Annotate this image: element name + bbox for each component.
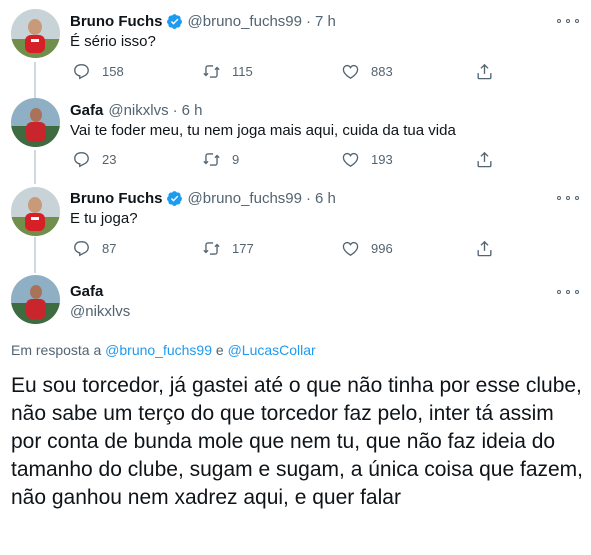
- like-button[interactable]: 883: [341, 60, 393, 82]
- timestamp[interactable]: 6 h: [315, 190, 336, 207]
- display-name[interactable]: Gafa: [70, 102, 103, 119]
- display-name[interactable]: Bruno Fuchs: [70, 190, 163, 207]
- avatar[interactable]: [11, 275, 60, 324]
- avatar[interactable]: [11, 98, 60, 147]
- retweet-button[interactable]: 177: [202, 237, 254, 259]
- like-icon: [342, 152, 359, 167]
- action-bar: 158 115 883: [60, 60, 500, 82]
- user-handle[interactable]: @bruno_fuchs99: [188, 13, 302, 30]
- reply-joiner: e: [215, 342, 224, 358]
- retweet-icon: [203, 152, 220, 166]
- user-handle[interactable]: @nikxlvs: [70, 303, 130, 320]
- tweet-text: E tu joga?: [70, 210, 138, 227]
- reply-button[interactable]: 87: [72, 237, 116, 259]
- reply-count: 158: [102, 63, 124, 79]
- more-icon[interactable]: [557, 191, 579, 205]
- reply-icon: [74, 63, 89, 79]
- action-bar: 23 9 193: [60, 148, 500, 170]
- reply-mention-link[interactable]: @bruno_fuchs99: [105, 342, 212, 358]
- reply-icon: [74, 240, 89, 256]
- retweet-button[interactable]: 115: [202, 60, 253, 82]
- tweet-text: É sério isso?: [70, 33, 156, 50]
- display-name[interactable]: Gafa: [70, 283, 103, 300]
- reply-context: Em resposta a @bruno_fuchs99 e @LucasCol…: [11, 342, 316, 358]
- separator-dot: ·: [305, 12, 311, 30]
- tweet[interactable]: Bruno Fuchs @bruno_fuchs99 · 7 h É sério…: [0, 0, 591, 90]
- timestamp[interactable]: 6 h: [182, 102, 203, 119]
- like-count: 193: [371, 151, 393, 167]
- separator-dot: ·: [172, 101, 178, 119]
- avatar[interactable]: [11, 187, 60, 236]
- share-icon: [477, 63, 492, 79]
- more-icon[interactable]: [557, 14, 579, 28]
- like-icon: [342, 241, 359, 256]
- like-button[interactable]: 193: [341, 148, 393, 170]
- share-button[interactable]: [475, 148, 494, 170]
- reply-mention-link[interactable]: @LucasCollar: [228, 342, 316, 358]
- verified-icon: [166, 13, 182, 29]
- like-count: 883: [371, 63, 393, 79]
- retweet-count: 115: [232, 63, 253, 79]
- share-icon: [477, 240, 492, 256]
- reply-button[interactable]: 158: [72, 60, 124, 82]
- like-icon: [342, 64, 359, 79]
- separator-dot: ·: [305, 189, 311, 207]
- timestamp[interactable]: 7 h: [315, 13, 336, 30]
- like-button[interactable]: 996: [341, 237, 393, 259]
- like-count: 996: [371, 240, 393, 256]
- user-handle[interactable]: @bruno_fuchs99: [188, 190, 302, 207]
- reply-count: 23: [102, 151, 117, 167]
- user-handle[interactable]: @nikxlvs: [108, 102, 168, 119]
- display-name[interactable]: Bruno Fuchs: [70, 13, 163, 30]
- share-icon: [477, 151, 492, 167]
- retweet-icon: [203, 241, 220, 255]
- tweet[interactable]: Bruno Fuchs @bruno_fuchs99 · 6 h E tu jo…: [0, 178, 591, 266]
- action-bar: 87 177 996: [60, 237, 500, 259]
- tweet[interactable]: Gafa @nikxlvs · 6 h Vai te foder meu, tu…: [0, 90, 591, 178]
- reply-prefix: Em resposta a: [11, 342, 102, 358]
- retweet-count: 9: [232, 151, 240, 167]
- share-button[interactable]: [475, 60, 494, 82]
- more-icon[interactable]: [557, 285, 579, 299]
- avatar[interactable]: [11, 9, 60, 58]
- retweet-icon: [203, 64, 220, 78]
- retweet-count: 177: [232, 240, 254, 256]
- main-tweet-text: Eu sou torcedor, já gastei até o que não…: [11, 374, 584, 509]
- verified-icon: [166, 190, 182, 206]
- reply-count: 87: [102, 240, 117, 256]
- retweet-button[interactable]: 9: [202, 148, 239, 170]
- tweet-text: Vai te foder meu, tu nem joga mais aqui,…: [70, 122, 456, 139]
- share-button[interactable]: [475, 237, 494, 259]
- reply-button[interactable]: 23: [72, 148, 116, 170]
- reply-icon: [74, 151, 89, 167]
